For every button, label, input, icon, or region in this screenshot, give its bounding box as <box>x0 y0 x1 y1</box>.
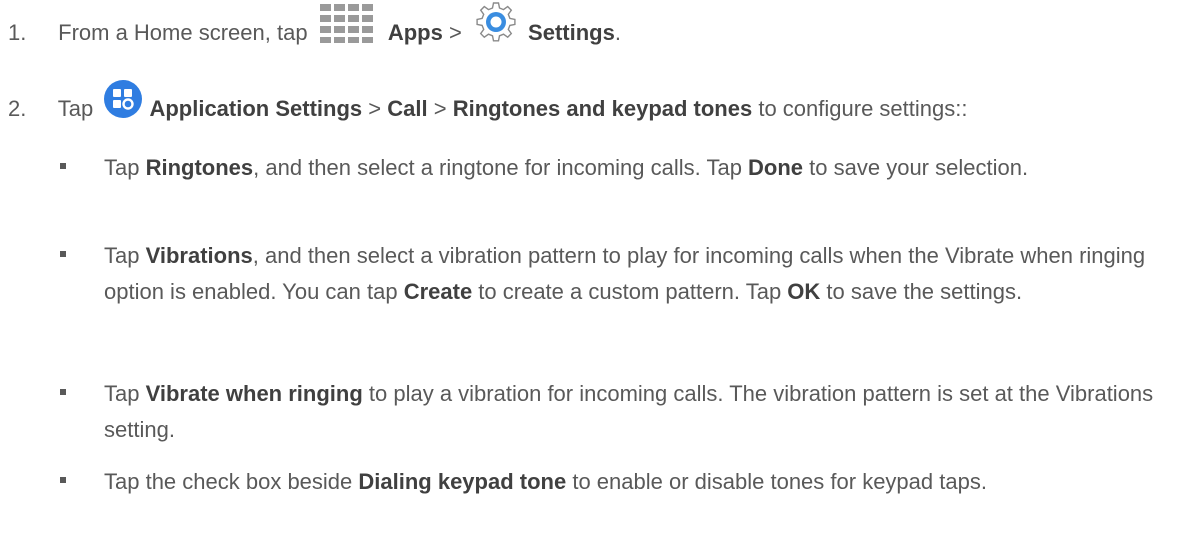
bullet-marker <box>60 389 66 395</box>
text: to enable or disable tones for keypad ta… <box>566 469 987 494</box>
separator: > <box>433 96 447 121</box>
bullet-ringtones: Tap Ringtones, and then select a rington… <box>60 150 1174 186</box>
text: to save your selection. <box>803 155 1029 180</box>
apps-label: Apps <box>387 20 443 45</box>
settings-label: Settings <box>528 20 615 45</box>
period: . <box>614 20 621 45</box>
separator: > <box>448 20 462 45</box>
bullet-vibrations: Tap Vibrations, and then select a vibrat… <box>60 238 1174 310</box>
step-number: 2. <box>8 96 27 121</box>
ringtones-keypad-label: Ringtones and keypad tones <box>452 96 753 121</box>
step-text: to configure settings:: <box>758 96 968 121</box>
separator: > <box>368 96 382 121</box>
bullet-marker <box>60 163 66 169</box>
bullet-marker <box>60 477 66 483</box>
step-1: 1. From a Home screen, tap Apps > Settin… <box>0 2 621 46</box>
text: to create a custom pattern. Tap <box>472 279 788 304</box>
text: Tap <box>104 243 146 268</box>
ok-label: OK <box>787 279 821 304</box>
text: to save the settings. <box>820 279 1023 304</box>
done-label: Done <box>748 155 804 180</box>
bullet-dialing-keypad-tone: Tap the check box beside Dialing keypad … <box>60 464 1174 500</box>
step-text: From a Home screen, tap <box>58 20 308 45</box>
application-settings-icon <box>104 80 143 119</box>
create-label: Create <box>403 279 473 304</box>
step-text: Tap <box>57 96 94 121</box>
text: Tap the check box beside <box>104 469 359 494</box>
call-label: Call <box>387 96 428 121</box>
bullet-marker <box>60 251 66 257</box>
application-settings-label: Application Settings <box>149 96 363 121</box>
vibrate-when-ringing-label: Vibrate when ringing <box>145 381 363 406</box>
bullet-vibrate-when-ringing: Tap Vibrate when ringing to play a vibra… <box>60 376 1174 448</box>
text: Tap <box>104 381 146 406</box>
text: Tap <box>104 155 146 180</box>
step-number: 1. <box>8 20 27 45</box>
settings-gear-icon <box>476 2 516 42</box>
ringtones-label: Ringtones <box>145 155 254 180</box>
step-2: 2. Tap Application Settings > Call > Rin… <box>0 80 968 122</box>
dialing-keypad-tone-label: Dialing keypad tone <box>358 469 567 494</box>
text: , and then select a ringtone for incomin… <box>253 155 749 180</box>
vibrations-label: Vibrations <box>145 243 253 268</box>
apps-grid-icon <box>319 4 373 44</box>
